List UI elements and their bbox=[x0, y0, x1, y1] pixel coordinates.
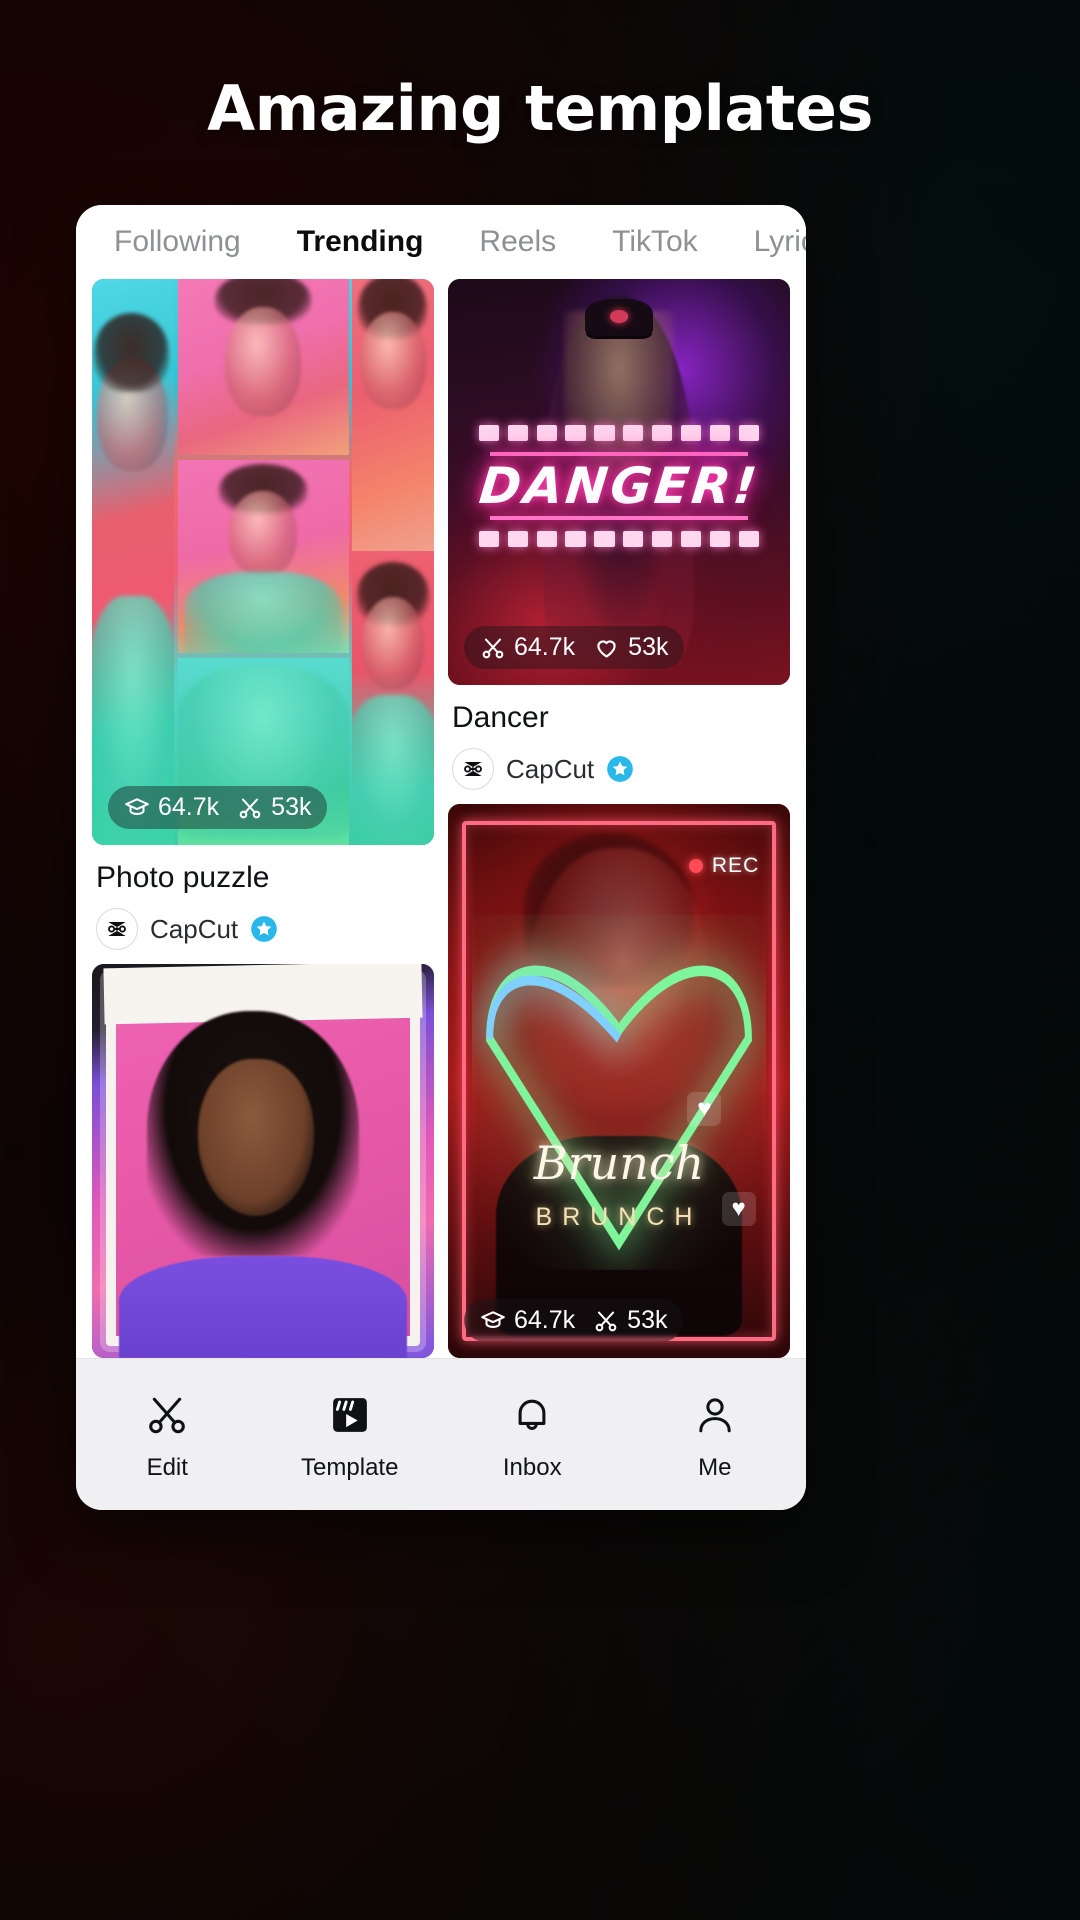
template-title: Photo puzzle bbox=[96, 861, 270, 895]
template-author-name: CapCut bbox=[150, 913, 239, 944]
heart-icon bbox=[597, 640, 616, 658]
template-thumbnail-photo-puzzle bbox=[92, 279, 434, 846]
stat-uses: 64.7k bbox=[124, 793, 219, 822]
stat-uses: 64.7k bbox=[480, 1306, 575, 1335]
tab-reels[interactable]: Reels bbox=[479, 225, 556, 259]
nav-item-template[interactable]: Template bbox=[259, 1388, 442, 1482]
overlay-text-danger: DANGER! bbox=[476, 457, 762, 516]
nav-label-edit: Edit bbox=[146, 1453, 188, 1481]
tab-following[interactable]: Following bbox=[114, 225, 241, 259]
capcut-logo-icon bbox=[452, 748, 494, 791]
stat-likes: 53k bbox=[593, 1306, 667, 1335]
scissors-icon bbox=[595, 1311, 617, 1331]
app-screenshot-card: Following Trending Reels TikTok Lyrics bbox=[76, 205, 806, 1510]
tab-trending[interactable]: Trending bbox=[297, 225, 424, 259]
sticker-heart-icon: ♥ bbox=[721, 1191, 756, 1226]
verified-badge-icon bbox=[251, 916, 277, 942]
stat-likes-value: 53k bbox=[271, 793, 312, 822]
stat-uses-value: 64.7k bbox=[158, 793, 220, 822]
clapperboard-icon bbox=[327, 1388, 373, 1442]
overlay-text-brunch-script: Brunch bbox=[533, 1136, 705, 1191]
verified-badge-icon bbox=[607, 756, 633, 782]
rec-label: REC bbox=[711, 853, 760, 877]
template-author-row[interactable]: CapCut bbox=[452, 748, 786, 791]
tab-tiktok[interactable]: TikTok bbox=[612, 225, 698, 259]
tab-bar[interactable]: Following Trending Reels TikTok Lyrics bbox=[76, 205, 806, 279]
template-title: Dancer bbox=[452, 701, 549, 735]
template-stats: 64.7k 53k bbox=[464, 626, 685, 670]
stat-uses-value: 64.7k bbox=[514, 1306, 576, 1334]
scissors-icon bbox=[144, 1388, 190, 1442]
stat-likes: 53k bbox=[237, 793, 311, 822]
template-author-row[interactable]: CapCut bbox=[96, 908, 430, 951]
nav-label-me: Me bbox=[698, 1453, 732, 1481]
nav-item-me[interactable]: Me bbox=[624, 1388, 807, 1482]
template-tile-brunch[interactable]: REC Brunch BRUNCH ♥ ♥ 64.7k 53k bbox=[448, 804, 790, 1358]
stat-likes-value: 53k bbox=[628, 633, 669, 662]
template-meta-photo-puzzle: Photo puzzle CapCut bbox=[92, 845, 434, 964]
stat-uses-value: 64.7k bbox=[514, 633, 576, 662]
capcut-logo-icon bbox=[96, 908, 138, 951]
template-meta-dancer: Dancer CapCut bbox=[448, 685, 790, 804]
scissors-icon bbox=[482, 638, 504, 658]
bottom-navigation-bar[interactable]: Edit Template Inbox Me bbox=[76, 1358, 806, 1510]
template-stats: 64.7k 53k bbox=[108, 786, 328, 830]
template-thumbnail-brunch: REC Brunch BRUNCH ♥ ♥ bbox=[448, 804, 790, 1358]
sticker-heart-icon: ♥ bbox=[687, 1092, 722, 1127]
nav-label-inbox: Inbox bbox=[502, 1453, 562, 1481]
graduation-cap-icon bbox=[481, 1310, 505, 1328]
template-feed[interactable]: 64.7k 53k Photo puzzle CapCut DANGER! 64… bbox=[76, 279, 806, 1358]
template-stats: 64.7k 53k bbox=[464, 1299, 684, 1342]
template-tile-photo-puzzle[interactable]: 64.7k 53k bbox=[92, 279, 434, 846]
person-icon bbox=[692, 1388, 738, 1442]
page-title: Amazing templates bbox=[207, 72, 873, 145]
template-tile-portrait[interactable] bbox=[92, 964, 434, 1358]
tab-lyrics[interactable]: Lyrics bbox=[754, 225, 806, 259]
graduation-cap-icon bbox=[125, 797, 149, 815]
stat-likes-value: 53k bbox=[627, 1306, 668, 1334]
rec-indicator: REC bbox=[688, 853, 760, 878]
nav-item-inbox[interactable]: Inbox bbox=[441, 1388, 624, 1482]
feed-column-right: DANGER! 64.7k 53k Dancer CapCut REC Brun… bbox=[448, 279, 790, 1358]
rec-dot-icon bbox=[688, 858, 703, 873]
scissors-icon bbox=[239, 798, 261, 819]
feed-column-left: 64.7k 53k Photo puzzle CapCut bbox=[92, 279, 434, 1358]
bell-icon bbox=[509, 1388, 555, 1442]
stat-uses: 64.7k bbox=[480, 633, 575, 662]
nav-item-edit[interactable]: Edit bbox=[76, 1388, 259, 1482]
nav-label-template: Template bbox=[301, 1453, 399, 1481]
template-thumbnail-portrait bbox=[92, 964, 434, 1358]
template-tile-dancer[interactable]: DANGER! 64.7k 53k bbox=[448, 279, 790, 686]
template-thumbnail-dancer: DANGER! bbox=[448, 279, 790, 686]
template-author-name: CapCut bbox=[506, 753, 595, 784]
stat-likes: 53k bbox=[593, 633, 668, 662]
